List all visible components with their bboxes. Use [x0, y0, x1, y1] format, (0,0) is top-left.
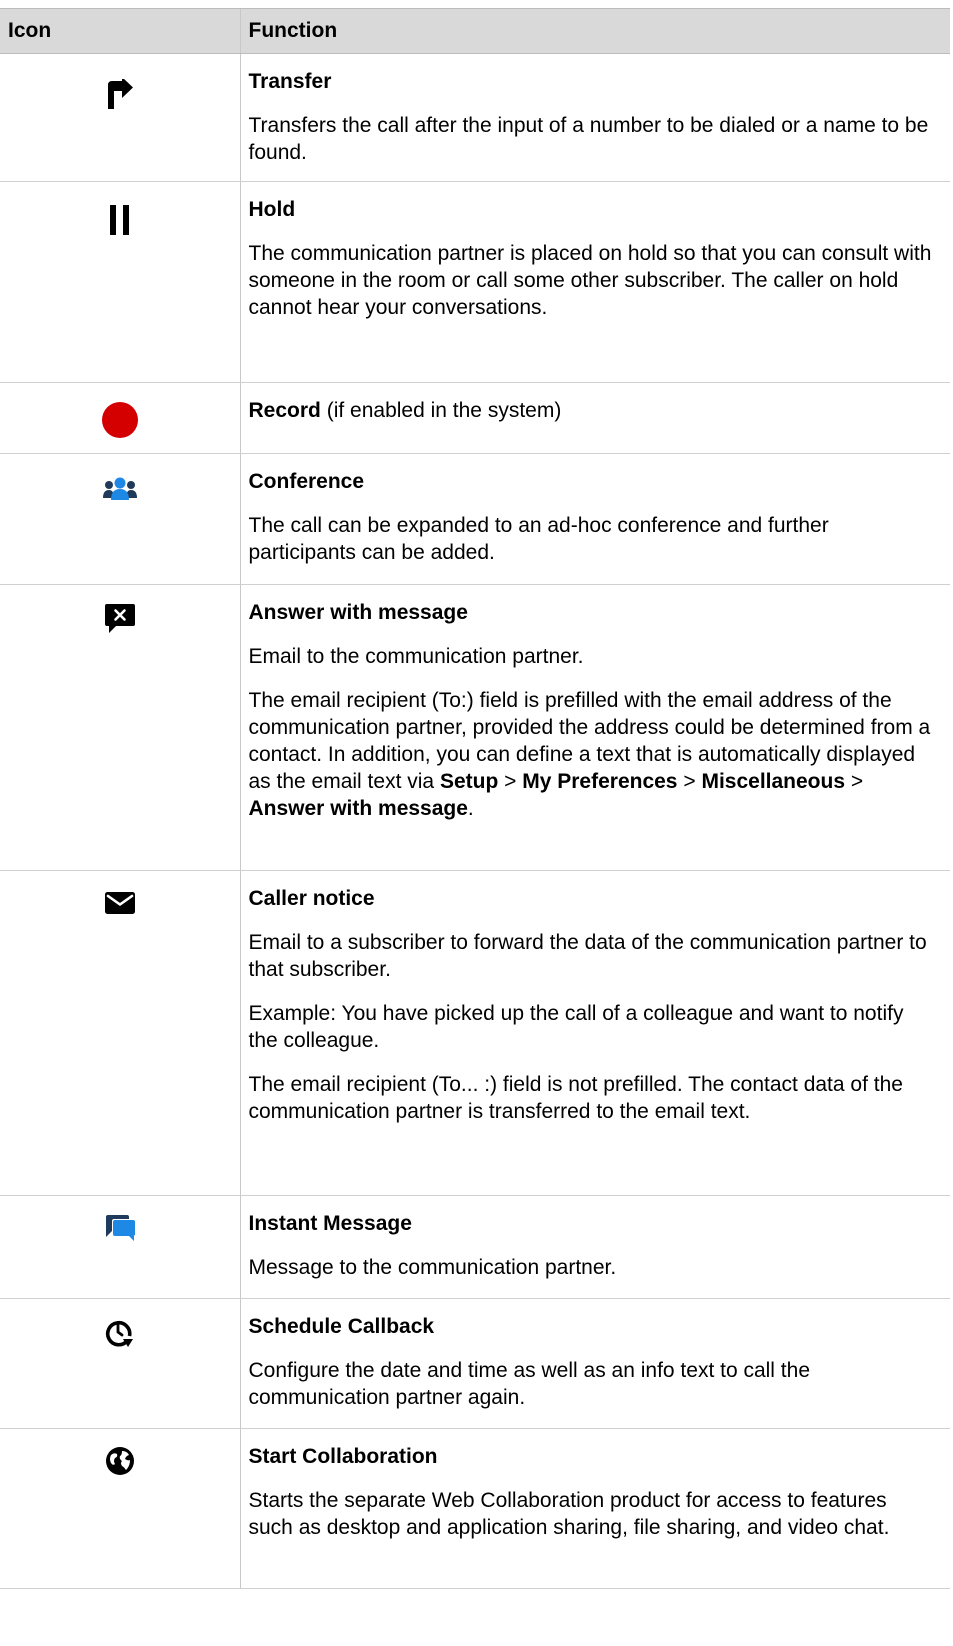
pause-icon: [100, 200, 140, 240]
function-description: Configure the date and time as well as a…: [248, 1359, 811, 1409]
chat-bubbles-icon: [100, 1208, 140, 1248]
icon-function-table: Icon Function Transfer Transfers the cal…: [0, 8, 950, 1589]
function-description: Example: You have picked up the call of …: [248, 1002, 904, 1052]
function-description: Message to the communication partner.: [248, 1256, 617, 1279]
record-dot-icon: [100, 400, 140, 440]
table-row-instant-message: Instant Message Message to the communica…: [0, 1195, 950, 1299]
table-row-record: Record (if enabled in the system): [0, 382, 950, 454]
table-row-schedule-callback: Schedule Callback Configure the date and…: [0, 1298, 950, 1429]
function-title: Hold: [248, 198, 296, 221]
function-title: Answer with message: [248, 601, 468, 624]
table-row-hold: Hold The communication partner is placed…: [0, 181, 950, 383]
table-row-transfer: Transfer Transfers the call after the in…: [0, 53, 950, 182]
function-description: Email to the communication partner.: [248, 645, 584, 668]
envelope-icon: [100, 883, 140, 923]
menu-path-setup: Setup: [439, 770, 499, 793]
function-description: Transfers the call after the input of a …: [248, 114, 929, 164]
table-row-start-collaboration: Start Collaboration Starts the separate …: [0, 1428, 950, 1589]
table-row-answer-with-message: Answer with message Email to the communi…: [0, 584, 950, 871]
header-icon: Icon: [0, 8, 240, 54]
globe-collaboration-icon: [100, 1441, 140, 1481]
function-title: Caller notice: [248, 887, 375, 910]
menu-path-answer-with-message: Answer with message: [248, 797, 468, 820]
function-description: Starts the separate Web Collaboration pr…: [248, 1489, 890, 1539]
function-description: Email to a subscriber to forward the dat…: [248, 931, 927, 981]
table-header-row: Icon Function: [0, 8, 950, 54]
function-title-note: (if enabled in the system): [326, 399, 562, 422]
clock-callback-icon: [100, 1313, 140, 1353]
menu-path-miscellaneous: Miscellaneous: [701, 770, 846, 793]
table-row-caller-notice: Caller notice Email to a subscriber to f…: [0, 870, 950, 1196]
function-title: Conference: [248, 470, 365, 493]
function-title: Record: [248, 399, 321, 422]
function-title: Transfer: [248, 70, 332, 93]
header-function: Function: [239, 8, 950, 54]
conference-people-icon: [100, 468, 140, 508]
function-title: Start Collaboration: [248, 1445, 438, 1468]
function-description: The communication partner is placed on h…: [248, 242, 932, 319]
table-row-conference: Conference The call can be expanded to a…: [0, 453, 950, 585]
menu-path-my-preferences: My Preferences: [522, 770, 678, 793]
function-title: Instant Message: [248, 1212, 412, 1235]
transfer-arrow-icon: [100, 74, 140, 114]
message-reject-icon: [100, 599, 140, 639]
function-title: Schedule Callback: [248, 1315, 435, 1338]
function-description: The email recipient (To... :) field is n…: [248, 1073, 903, 1123]
function-description: The email recipient (To:) field is prefi…: [248, 689, 931, 820]
function-description: The call can be expanded to an ad-hoc co…: [248, 514, 829, 564]
